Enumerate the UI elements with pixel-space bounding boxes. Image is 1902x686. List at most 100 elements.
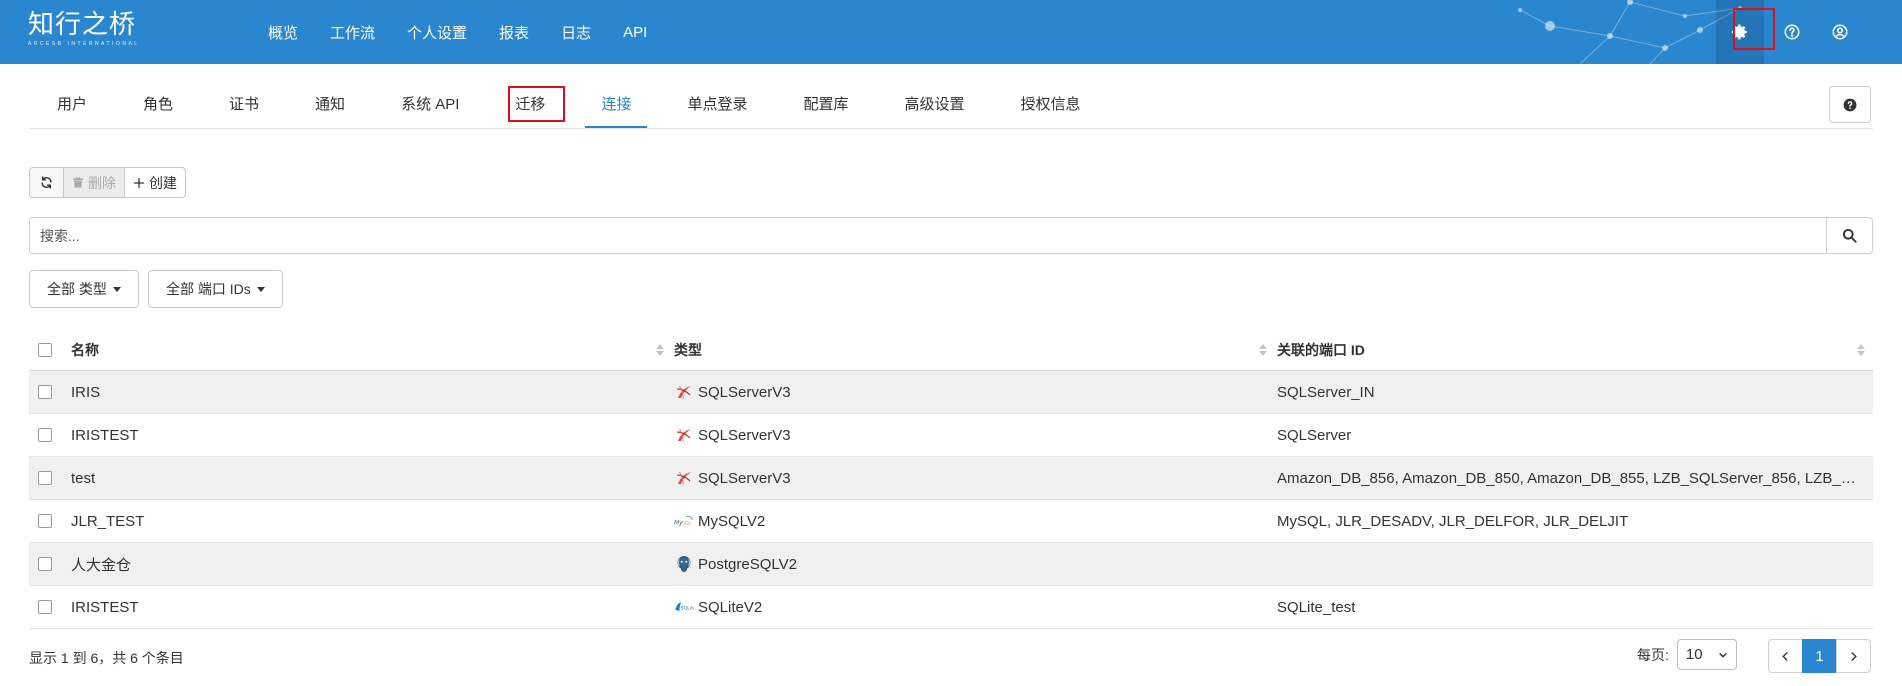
row-checkbox-cell <box>29 600 71 614</box>
table-row[interactable]: 人大金仓 PostgreSQLV2 <box>29 543 1873 586</box>
refresh-button[interactable] <box>29 167 64 198</box>
question-circle-icon <box>1784 24 1800 40</box>
chevron-left-icon <box>1782 651 1788 661</box>
row-checkbox[interactable] <box>38 600 52 614</box>
trash-icon <box>73 177 83 188</box>
table-row[interactable]: IRISTEST SQLServerV3 SQLServer <box>29 414 1873 457</box>
nav-item-logs[interactable]: 日志 <box>561 22 591 43</box>
type-filter-dropdown[interactable]: 全部 类型 <box>29 270 139 308</box>
table-row[interactable]: test SQLServerV3 Amazon_DB_856, Amazon_D… <box>29 457 1873 500</box>
user-menu-button[interactable] <box>1816 0 1864 64</box>
row-checkbox[interactable] <box>38 557 52 571</box>
row-checkbox-cell <box>29 514 71 528</box>
tab-license[interactable]: 授权信息 <box>993 84 1109 129</box>
port-ids: Amazon_DB_856, Amazon_DB_850, Amazon_DB_… <box>1277 469 1865 487</box>
connection-type: SQLServerV3 <box>698 383 791 401</box>
page-size-value: 10 <box>1685 646 1703 663</box>
pagination: 1 <box>1768 639 1871 673</box>
page-size-control: 每页: 10 <box>1637 639 1737 670</box>
port-ids: SQLite_test <box>1277 598 1356 616</box>
connections-table: 名称 类型 关联的端口 ID IRIS SQLServerV3 SQLServe… <box>29 330 1873 629</box>
search-input[interactable] <box>30 218 1826 253</box>
nav-right-icons <box>1716 0 1902 64</box>
prev-page-button[interactable] <box>1768 639 1803 673</box>
tab-notifications[interactable]: 通知 <box>287 84 373 129</box>
table-body: IRIS SQLServerV3 SQLServer_IN IRISTEST S… <box>29 371 1873 629</box>
connection-name[interactable]: IRISTEST <box>71 599 139 616</box>
tab-config-repo[interactable]: 配置库 <box>775 84 876 129</box>
create-label: 创建 <box>149 174 177 191</box>
tab-certificates[interactable]: 证书 <box>201 84 287 129</box>
row-checkbox[interactable] <box>38 428 52 442</box>
tabs-divider <box>29 128 1873 129</box>
row-checkbox-cell <box>29 428 71 442</box>
page-button-current[interactable]: 1 <box>1802 639 1837 673</box>
postgresql-icon <box>674 554 694 574</box>
page-size-label: 每页: <box>1637 646 1669 663</box>
row-checkbox[interactable] <box>38 385 52 399</box>
tab-roles[interactable]: 角色 <box>115 84 201 129</box>
nav-item-profile[interactable]: 个人设置 <box>407 22 467 43</box>
chevron-right-icon <box>1851 651 1857 661</box>
toolbar: 删除 创建 <box>29 167 186 198</box>
tab-migration[interactable]: 迁移 <box>487 84 573 129</box>
connection-name[interactable]: IRIS <box>71 384 100 401</box>
select-all-cell <box>29 343 71 357</box>
svg-text:SQLite: SQLite <box>681 606 694 612</box>
brand-logo[interactable]: 知行之桥 ARCESB INTERNATIONAL <box>28 10 140 47</box>
nav-item-overview[interactable]: 概览 <box>268 22 298 43</box>
top-navbar: 知行之桥 ARCESB INTERNATIONAL 概览 工作流 个人设置 报表… <box>0 0 1902 64</box>
caret-down-icon <box>112 286 121 292</box>
help-nav-button[interactable] <box>1768 0 1816 64</box>
header-name[interactable]: 名称 <box>71 340 674 360</box>
row-checkbox[interactable] <box>38 514 52 528</box>
settings-button[interactable] <box>1716 0 1764 64</box>
page-help-button[interactable] <box>1829 86 1871 123</box>
table-row[interactable]: JLR_TEST My SQL MySQLV2 MySQL, JLR_DESADV… <box>29 500 1873 543</box>
table-row[interactable]: IRISTEST SQLite SQLiteV2 SQLite_test <box>29 586 1873 629</box>
nav-item-api[interactable]: API <box>623 24 647 41</box>
sqlserver-icon <box>674 468 694 488</box>
select-all-checkbox[interactable] <box>38 343 52 357</box>
question-circle-icon <box>1843 98 1857 111</box>
svg-text:SQL: SQL <box>682 520 692 526</box>
chevron-down-icon <box>1719 652 1727 658</box>
table-row[interactable]: IRIS SQLServerV3 SQLServer_IN <box>29 371 1873 414</box>
tab-sso[interactable]: 单点登录 <box>659 84 775 129</box>
delete-button[interactable]: 删除 <box>63 167 125 198</box>
next-page-button[interactable] <box>1836 639 1871 673</box>
header-port-label: 关联的端口 ID <box>1277 342 1365 358</box>
nav-item-reports[interactable]: 报表 <box>499 22 529 43</box>
port-filter-dropdown[interactable]: 全部 端口 IDs <box>148 270 283 308</box>
search-button[interactable] <box>1826 218 1872 253</box>
connection-name[interactable]: 人大金仓 <box>71 554 131 575</box>
type-filter-label: 全部 类型 <box>47 281 107 297</box>
header-type[interactable]: 类型 <box>674 340 1277 360</box>
brand-tagline: ARCESB INTERNATIONAL <box>28 41 140 47</box>
connection-type: PostgreSQLV2 <box>698 555 797 573</box>
search-icon <box>1842 228 1857 243</box>
mysql-icon: My SQL <box>674 511 694 531</box>
nav-item-workflow[interactable]: 工作流 <box>330 22 375 43</box>
tab-advanced[interactable]: 高级设置 <box>876 84 992 129</box>
tab-system-api[interactable]: 系统 API <box>373 84 487 129</box>
row-checkbox-cell <box>29 385 71 399</box>
connection-name[interactable]: IRISTEST <box>71 427 139 444</box>
connection-name[interactable]: JLR_TEST <box>71 513 144 530</box>
settings-tabs: 用户 角色 证书 通知 系统 API 迁移 连接 单点登录 配置库 高级设置 授… <box>29 84 1109 129</box>
tab-users[interactable]: 用户 <box>29 84 115 129</box>
page-size-select[interactable]: 10 <box>1676 639 1737 670</box>
create-button[interactable]: 创建 <box>124 167 186 198</box>
row-checkbox[interactable] <box>38 471 52 485</box>
sqlserver-icon <box>674 382 694 402</box>
sort-icon[interactable] <box>656 344 664 356</box>
header-name-label: 名称 <box>71 342 99 358</box>
tab-connections[interactable]: 连接 <box>585 84 648 129</box>
header-port[interactable]: 关联的端口 ID <box>1277 340 1873 360</box>
connection-type: SQLServerV3 <box>698 426 791 444</box>
delete-label: 删除 <box>88 174 116 191</box>
sort-icon[interactable] <box>1857 344 1865 356</box>
row-checkbox-cell <box>29 557 71 571</box>
sort-icon[interactable] <box>1259 344 1267 356</box>
connection-name[interactable]: test <box>71 470 95 487</box>
